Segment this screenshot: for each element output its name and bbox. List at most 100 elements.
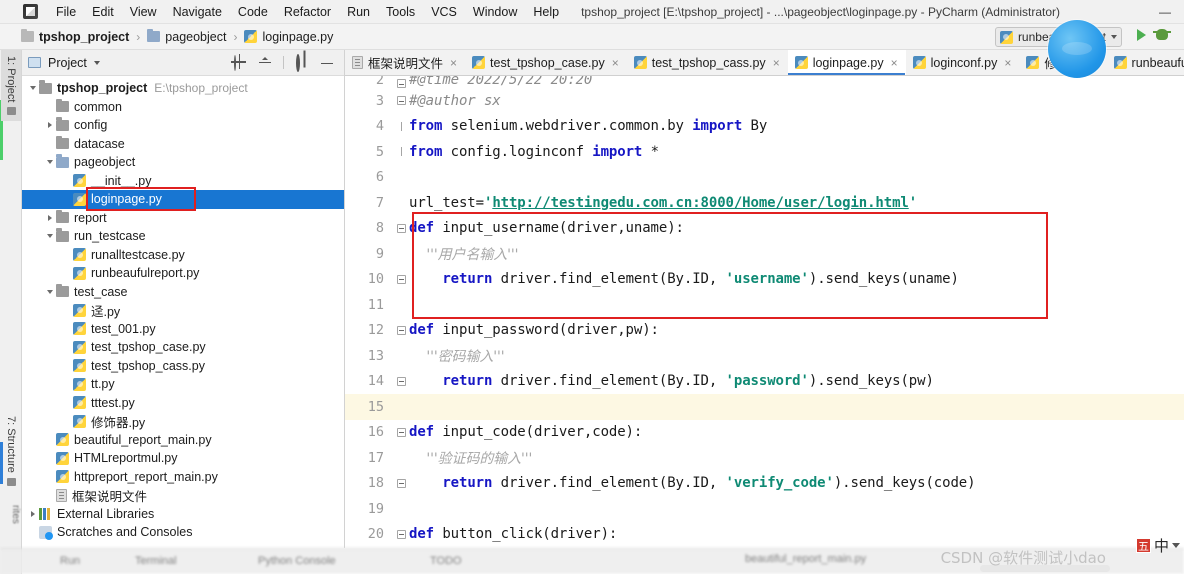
minimize-icon[interactable] bbox=[320, 56, 334, 70]
chevron-right-icon[interactable] bbox=[43, 122, 56, 129]
code-fold-icon[interactable] bbox=[393, 96, 409, 106]
code-line[interactable]: 6 bbox=[345, 165, 1184, 191]
tree-item[interactable]: 框架说明文件 bbox=[22, 486, 344, 505]
menu-item-code[interactable]: Code bbox=[230, 2, 276, 22]
tree-item[interactable]: httpreport_report_main.py bbox=[22, 468, 344, 487]
tree-item[interactable]: datacase bbox=[22, 135, 344, 154]
close-icon[interactable]: × bbox=[612, 56, 619, 70]
tree-item[interactable]: beautiful_report_main.py bbox=[22, 431, 344, 450]
code-line[interactable]: 13 '''密码输入''' bbox=[345, 343, 1184, 369]
bottom-item-file-ref[interactable]: beautiful_report_main.py bbox=[745, 553, 866, 565]
sidebar-item-favorites[interactable]: rites bbox=[1, 505, 21, 524]
bottom-item-run[interactable]: Run bbox=[60, 555, 80, 567]
editor-tab[interactable]: test_tpshop_case.py × bbox=[465, 50, 627, 75]
chevron-down-icon[interactable] bbox=[43, 160, 56, 165]
editor-tab[interactable]: 框架说明文件 × bbox=[345, 50, 465, 75]
breadcrumb-item-1[interactable]: pageobject bbox=[144, 28, 229, 45]
tree-item[interactable]: test_001.py bbox=[22, 320, 344, 339]
menu-item-tools[interactable]: Tools bbox=[378, 2, 423, 22]
tree-item[interactable]: pageobject bbox=[22, 153, 344, 172]
bottom-item-python-console[interactable]: Python Console bbox=[258, 555, 336, 567]
breadcrumb-item-0[interactable]: tpshop_project bbox=[18, 28, 132, 45]
tree-item[interactable]: common bbox=[22, 98, 344, 117]
code-fold-icon[interactable] bbox=[393, 79, 409, 88]
menu-item-help[interactable]: Help bbox=[525, 2, 567, 22]
code-line[interactable]: 10 return driver.find_element(By.ID, 'us… bbox=[345, 267, 1184, 293]
tree-item[interactable]: test_tpshop_cass.py bbox=[22, 357, 344, 376]
menu-item-vcs[interactable]: VCS bbox=[423, 2, 465, 22]
chevron-down-icon[interactable] bbox=[43, 289, 56, 294]
editor-tab[interactable]: loginpage.py × bbox=[787, 50, 906, 75]
debug-button[interactable] bbox=[1153, 29, 1171, 40]
tree-item[interactable]: tt.py bbox=[22, 375, 344, 394]
settings-gear-icon[interactable] bbox=[295, 53, 309, 72]
code-fold-icon[interactable] bbox=[393, 529, 409, 539]
editor-tab[interactable]: test_tpshop_cass.py × bbox=[627, 50, 788, 75]
chevron-right-icon[interactable] bbox=[43, 214, 56, 221]
code-line[interactable]: 11 bbox=[345, 292, 1184, 318]
code-fold-icon[interactable] bbox=[393, 274, 409, 284]
ime-indicator[interactable]: 五 中 bbox=[1135, 535, 1180, 556]
code-line[interactable]: 2 #@time 2022/5/22 20:20 bbox=[345, 76, 1184, 88]
tree-item[interactable]: HTMLreportmul.py bbox=[22, 449, 344, 468]
tree-item[interactable]: runalltestcase.py bbox=[22, 246, 344, 265]
tree-item[interactable]: runbeaufulreport.py bbox=[22, 264, 344, 283]
tree-item[interactable]: 修饰器.py bbox=[22, 412, 344, 431]
chevron-right-icon[interactable] bbox=[26, 510, 39, 517]
bottom-item-terminal[interactable]: Terminal bbox=[135, 555, 177, 567]
editor-tab[interactable]: loginconf.py × bbox=[906, 50, 1020, 75]
menu-item-navigate[interactable]: Navigate bbox=[165, 2, 230, 22]
menu-item-run[interactable]: Run bbox=[339, 2, 378, 22]
close-icon[interactable]: × bbox=[773, 56, 780, 70]
tree-item[interactable]: External Libraries bbox=[22, 505, 344, 524]
tree-item[interactable]: test_case bbox=[22, 283, 344, 302]
tree-item[interactable]: run_testcase bbox=[22, 227, 344, 246]
code-fold-icon[interactable] bbox=[393, 478, 409, 488]
sidebar-item-project[interactable]: 1: Project bbox=[1, 50, 21, 122]
tree-item[interactable]: tpshop_project E:\tpshop_project bbox=[22, 79, 344, 98]
run-button[interactable] bbox=[1137, 29, 1146, 41]
tree-item[interactable]: report bbox=[22, 209, 344, 228]
minimize-button[interactable]: — bbox=[1146, 0, 1184, 24]
code-fold-tail-icon[interactable] bbox=[393, 147, 409, 157]
menu-item-window[interactable]: Window bbox=[465, 2, 525, 22]
code-line[interactable]: 9 '''用户名输入''' bbox=[345, 241, 1184, 267]
menu-item-refactor[interactable]: Refactor bbox=[276, 2, 339, 22]
code-line[interactable]: 5 from config.loginconf import * bbox=[345, 139, 1184, 165]
close-icon[interactable]: × bbox=[450, 56, 457, 70]
code-fold-icon[interactable] bbox=[393, 427, 409, 437]
sidebar-item-structure[interactable]: 7: Structure bbox=[1, 410, 21, 492]
tree-item[interactable]: tttest.py bbox=[22, 394, 344, 413]
menu-item-edit[interactable]: Edit bbox=[84, 2, 122, 22]
chevron-down-icon[interactable] bbox=[93, 60, 100, 65]
code-line[interactable]: 16 def input_code(driver,code): bbox=[345, 420, 1184, 446]
tree-item[interactable]: config bbox=[22, 116, 344, 135]
code-line[interactable]: 15 bbox=[345, 394, 1184, 420]
code-line[interactable]: 7 url_test='http://testingedu.com.cn:8000… bbox=[345, 190, 1184, 216]
tree-item[interactable]: Scratches and Consoles bbox=[22, 523, 344, 542]
tree-item[interactable]: loginpage.py bbox=[22, 190, 344, 209]
bottom-item-todo[interactable]: TODO bbox=[430, 555, 462, 567]
code-fold-icon[interactable] bbox=[393, 223, 409, 233]
code-line[interactable]: 12 def input_password(driver,pw): bbox=[345, 318, 1184, 344]
menu-item-view[interactable]: View bbox=[122, 2, 165, 22]
code-fold-icon[interactable] bbox=[393, 325, 409, 335]
code-editor[interactable]: 2 #@time 2022/5/22 20:20 3 #@author sx 4 from… bbox=[345, 76, 1184, 548]
code-line[interactable]: 8 def input_username(driver,uname): bbox=[345, 216, 1184, 242]
code-line[interactable]: 3 #@author sx bbox=[345, 88, 1184, 114]
code-line[interactable]: 20 def button_click(driver): bbox=[345, 522, 1184, 548]
code-line[interactable]: 4 from selenium.webdriver.common.by impor… bbox=[345, 114, 1184, 140]
code-fold-tail-icon[interactable] bbox=[393, 121, 409, 131]
code-line[interactable]: 18 return driver.find_element(By.ID, 've… bbox=[345, 471, 1184, 497]
tree-item[interactable]: 迳.py bbox=[22, 301, 344, 320]
code-line[interactable]: 19 bbox=[345, 496, 1184, 522]
close-icon[interactable]: × bbox=[891, 56, 898, 70]
chevron-down-icon[interactable] bbox=[43, 234, 56, 239]
editor-tab[interactable]: runbeaufulrep bbox=[1107, 50, 1184, 75]
close-icon[interactable]: × bbox=[1004, 56, 1011, 70]
chevron-down-icon[interactable] bbox=[26, 86, 39, 91]
collapse-all-icon[interactable] bbox=[258, 56, 272, 70]
code-fold-icon[interactable] bbox=[393, 376, 409, 386]
code-line[interactable]: 14 return driver.find_element(By.ID, 'pa… bbox=[345, 369, 1184, 395]
locate-icon[interactable] bbox=[233, 54, 247, 71]
